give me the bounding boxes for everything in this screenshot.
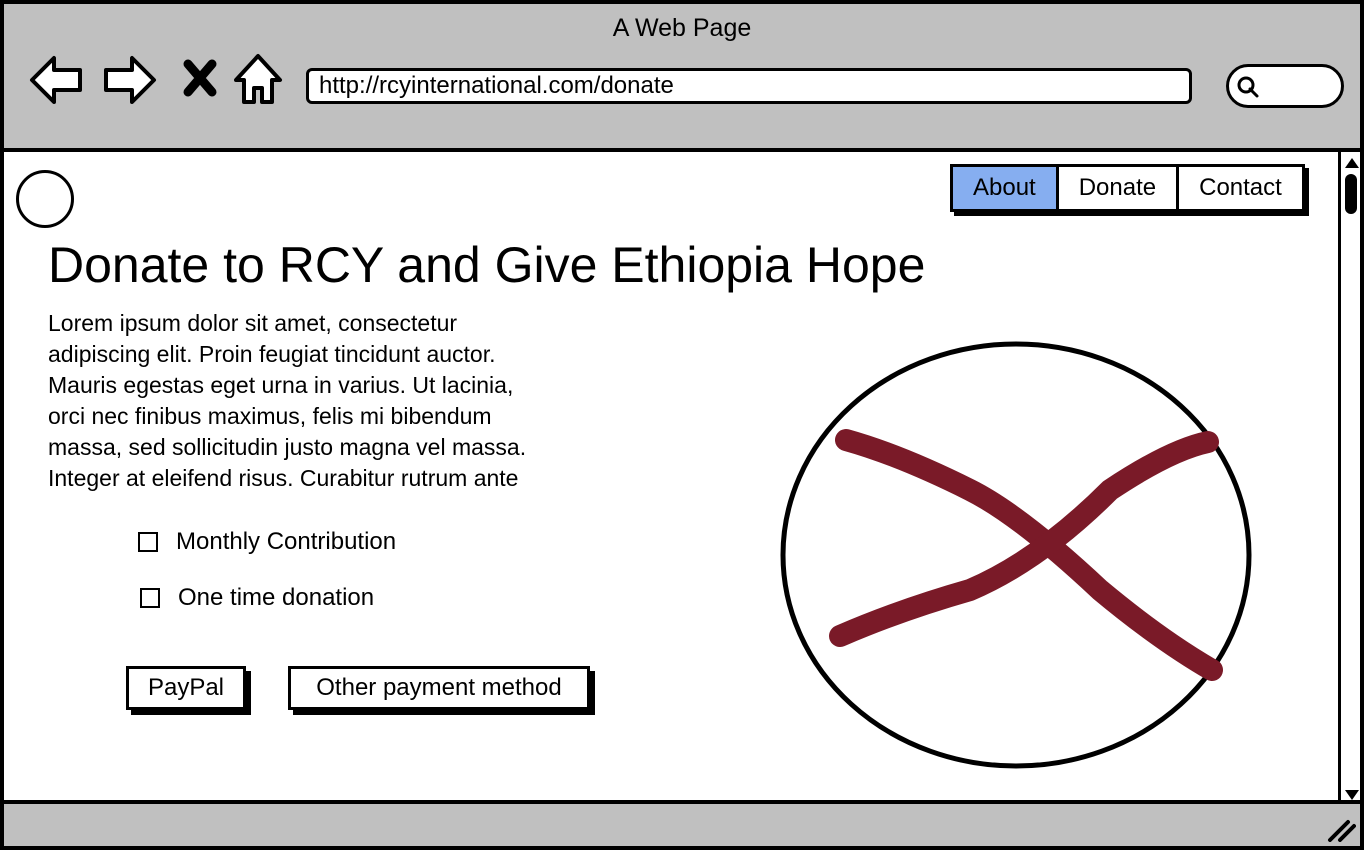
browser-window: A Web Page http://rcyinternational.com/d… bbox=[0, 0, 1364, 850]
scroll-thumb[interactable] bbox=[1345, 174, 1357, 214]
monthly-contribution-option[interactable]: Monthly Contribution bbox=[138, 528, 396, 556]
paragraph-line: orci nec finibus maximus, felis mi biben… bbox=[48, 403, 492, 429]
arrow-left-icon bbox=[30, 56, 82, 104]
resize-grip-icon[interactable] bbox=[1326, 818, 1356, 842]
tab-donate[interactable]: Donate bbox=[1055, 167, 1176, 209]
one-time-donation-checkbox[interactable] bbox=[140, 588, 160, 608]
paragraph-line: Lorem ipsum dolor sit amet, consectetur bbox=[48, 310, 458, 336]
monthly-contribution-label: Monthly Contribution bbox=[176, 528, 397, 555]
image-placeholder-icon bbox=[780, 341, 1252, 769]
home-icon bbox=[234, 54, 282, 104]
window-title: A Web Page bbox=[612, 14, 752, 42]
image-placeholder bbox=[780, 340, 1254, 772]
paypal-button[interactable]: PayPal bbox=[126, 666, 246, 710]
paragraph-line: adipiscing elit. Proin feugiat tincidunt… bbox=[48, 341, 496, 367]
top-nav: About Donate Contact bbox=[950, 164, 1305, 212]
vertical-scrollbar[interactable] bbox=[1338, 148, 1360, 806]
home-button[interactable] bbox=[230, 50, 286, 108]
monthly-contribution-checkbox[interactable] bbox=[138, 532, 158, 552]
arrow-right-icon bbox=[104, 56, 156, 104]
other-payment-button[interactable]: Other payment method bbox=[288, 666, 590, 710]
status-bar bbox=[4, 800, 1360, 846]
intro-paragraph: Lorem ipsum dolor sit amet, consectetur … bbox=[48, 308, 608, 494]
page-title: Donate to RCY and Give Ethiopia Hope bbox=[48, 237, 926, 293]
paragraph-line: Integer at eleifend risus. Curabitur rut… bbox=[48, 465, 519, 491]
scroll-up-icon[interactable] bbox=[1344, 156, 1360, 170]
forward-button[interactable] bbox=[100, 50, 160, 108]
search-icon bbox=[1237, 76, 1259, 98]
one-time-donation-label: One time donation bbox=[178, 584, 375, 611]
tab-about[interactable]: About bbox=[953, 167, 1056, 209]
address-bar[interactable]: http://rcyinternational.com/donate bbox=[306, 68, 1192, 104]
paragraph-line: Mauris egestas eget urna in varius. Ut l… bbox=[48, 372, 514, 398]
tab-contact[interactable]: Contact bbox=[1176, 167, 1302, 209]
back-button[interactable] bbox=[26, 50, 86, 108]
search-field[interactable] bbox=[1226, 64, 1344, 108]
stop-button[interactable] bbox=[174, 50, 226, 108]
close-icon bbox=[183, 59, 217, 97]
one-time-donation-option[interactable]: One time donation bbox=[140, 584, 374, 612]
page-content: About Donate Contact Donate to RCY and G… bbox=[4, 148, 1338, 800]
logo bbox=[16, 170, 74, 228]
paragraph-line: massa, sed sollicitudin justo magna vel … bbox=[48, 434, 527, 460]
